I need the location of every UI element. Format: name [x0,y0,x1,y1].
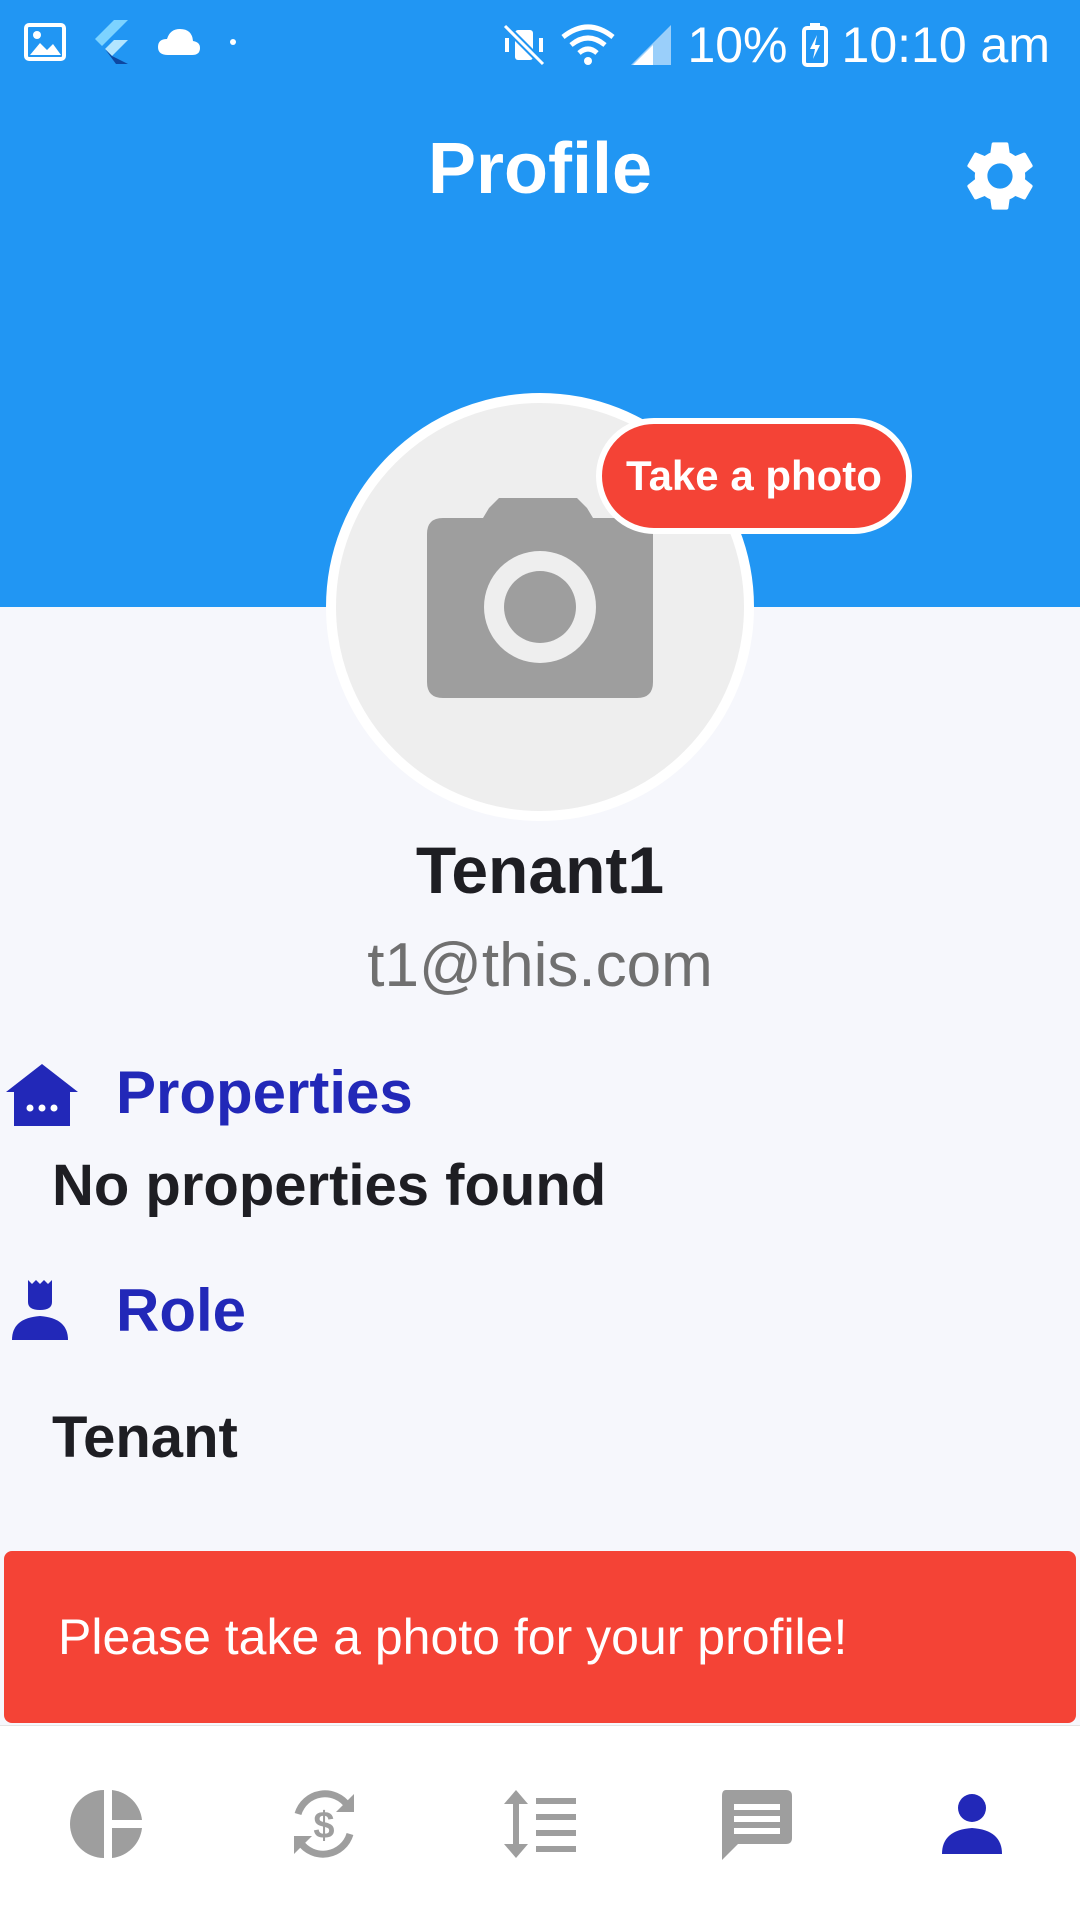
nav-messages[interactable] [708,1776,804,1872]
nav-list[interactable] [492,1776,588,1872]
wifi-icon [561,23,615,67]
nav-profile[interactable] [924,1776,1020,1872]
gallery-icon [24,23,66,61]
status-bar: 10% 10:10 am [0,0,1080,86]
page-title: Profile [427,129,653,209]
gear-icon [967,142,1033,210]
cloud-icon [156,27,202,57]
role-title: Role [116,1277,247,1344]
svg-text:$: $ [313,1805,334,1847]
snackbar: Please take a photo for your profile! [4,1551,1076,1723]
house-icon [4,1062,80,1133]
person-icon [942,1794,1002,1854]
battery-icon [801,23,828,67]
currency-exchange-icon: $ [294,1790,354,1858]
vibrate-mute-icon [501,22,547,68]
person-badge-icon [10,1278,70,1347]
properties-value: No properties found [52,1153,607,1218]
nav-dashboard[interactable] [60,1776,156,1872]
user-email: t1@this.com [367,931,713,1000]
role-value: Tenant [52,1405,238,1470]
snackbar-message: Please take a photo for your profile! [58,1609,848,1665]
sort-list-icon [504,1790,576,1858]
signal-icon [629,23,673,67]
properties-title: Properties [116,1059,413,1126]
flutter-icon [92,20,130,64]
pie-chart-icon [70,1790,142,1858]
take-photo-button[interactable]: Take a photo [596,418,912,534]
dot-icon [228,37,238,47]
nav-payments[interactable]: $ [276,1776,372,1872]
battery-percent: 10% [687,17,788,73]
camera-icon [427,498,653,698]
bottom-navigation: $ [0,1725,1080,1920]
clock: 10:10 am [841,17,1050,73]
chat-icon [722,1790,792,1860]
user-name: Tenant1 [415,833,665,907]
settings-button[interactable] [958,134,1042,218]
